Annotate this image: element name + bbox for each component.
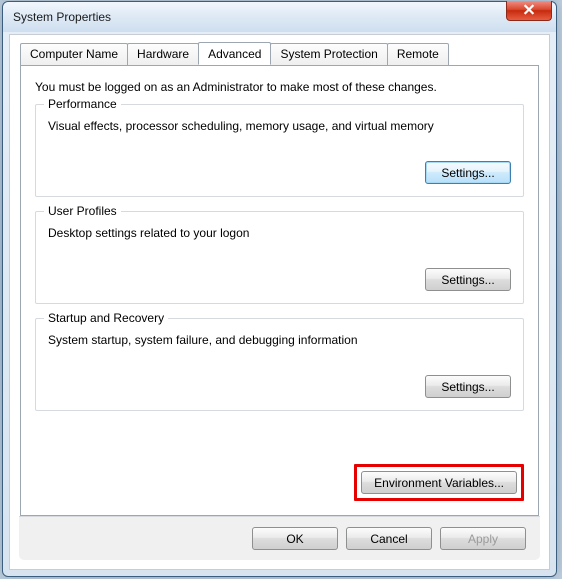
ok-button[interactable]: OK bbox=[252, 527, 338, 550]
group-performance: Performance Visual effects, processor sc… bbox=[35, 104, 524, 197]
tab-advanced[interactable]: Advanced bbox=[198, 42, 271, 65]
group-performance-desc: Visual effects, processor scheduling, me… bbox=[48, 119, 511, 133]
tab-remote[interactable]: Remote bbox=[387, 43, 449, 66]
client-area: Computer Name Hardware Advanced System P… bbox=[9, 34, 550, 570]
group-performance-title: Performance bbox=[44, 97, 121, 111]
group-user-profiles: User Profiles Desktop settings related t… bbox=[35, 211, 524, 304]
apply-button[interactable]: Apply bbox=[440, 527, 526, 550]
group-startup-recovery-title: Startup and Recovery bbox=[44, 311, 168, 325]
group-startup-recovery: Startup and Recovery System startup, sys… bbox=[35, 318, 524, 411]
system-properties-window: System Properties Computer Name Hardware… bbox=[2, 1, 557, 577]
group-user-profiles-desc: Desktop settings related to your logon bbox=[48, 226, 511, 240]
close-button[interactable] bbox=[506, 1, 552, 21]
group-startup-recovery-desc: System startup, system failure, and debu… bbox=[48, 333, 511, 347]
intro-text: You must be logged on as an Administrato… bbox=[35, 80, 524, 94]
tab-strip: Computer Name Hardware Advanced System P… bbox=[20, 43, 539, 66]
tab-hardware[interactable]: Hardware bbox=[127, 43, 199, 66]
cancel-button[interactable]: Cancel bbox=[346, 527, 432, 550]
startup-recovery-settings-button[interactable]: Settings... bbox=[425, 375, 511, 398]
user-profiles-settings-button[interactable]: Settings... bbox=[425, 268, 511, 291]
close-icon bbox=[523, 4, 535, 18]
dialog-button-bar: OK Cancel Apply bbox=[19, 516, 540, 560]
tab-panel-advanced: You must be logged on as an Administrato… bbox=[20, 65, 539, 516]
performance-settings-button[interactable]: Settings... bbox=[425, 161, 511, 184]
environment-variables-button[interactable]: Environment Variables... bbox=[361, 471, 517, 494]
window-title: System Properties bbox=[13, 10, 111, 24]
tab-system-protection[interactable]: System Protection bbox=[270, 43, 387, 66]
group-user-profiles-title: User Profiles bbox=[44, 204, 121, 218]
tab-computer-name[interactable]: Computer Name bbox=[20, 43, 128, 66]
titlebar[interactable]: System Properties bbox=[3, 2, 556, 32]
highlight-environment-variables: Environment Variables... bbox=[354, 464, 524, 501]
